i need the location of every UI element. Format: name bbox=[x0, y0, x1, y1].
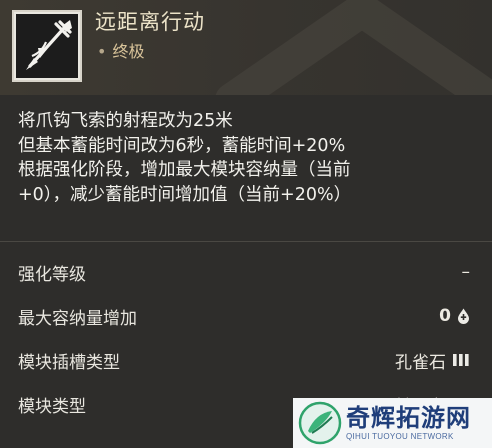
description-line: 根据强化阶段，增加最大模块容纳量（当前 bbox=[18, 160, 351, 180]
stat-value-text: 孔雀石 bbox=[395, 352, 446, 373]
stat-row-socket-type: 模块插槽类型 孔雀石 bbox=[0, 338, 492, 382]
stat-value: 0 bbox=[439, 306, 470, 326]
stat-label: 强化等级 bbox=[18, 264, 86, 285]
emblem-background-icon bbox=[215, 0, 492, 95]
watermark-name: 奇辉拓游网 bbox=[346, 403, 471, 432]
stat-value-text: 0 bbox=[439, 306, 451, 326]
stat-value: – bbox=[462, 262, 471, 282]
site-watermark: 奇辉拓游网 QIHUI TUOYOU NETWORK bbox=[293, 398, 492, 448]
stat-value: 孔雀石 bbox=[395, 348, 470, 373]
module-rarity-label: 终极 bbox=[112, 42, 145, 61]
watermark-subtitle: QIHUI TUOYOU NETWORK bbox=[346, 432, 454, 441]
stat-label: 模块类型 bbox=[18, 396, 86, 417]
stat-value-text: – bbox=[461, 262, 471, 282]
watermark-logo-icon bbox=[298, 401, 342, 445]
bullet-dot: • bbox=[97, 42, 107, 61]
stat-row-max-capacity: 最大容纳量增加 0 bbox=[0, 294, 492, 338]
module-title: 远距离行动 bbox=[95, 10, 205, 34]
grapple-launcher-icon bbox=[26, 20, 72, 70]
description-line: 但基本蓄能时间改为6秒，蓄能时间+20% bbox=[18, 135, 346, 156]
capacity-drop-icon bbox=[458, 308, 469, 324]
module-icon-frame bbox=[12, 10, 82, 82]
description-line: +0），减少蓄能时间增加值（当前+20%） bbox=[18, 184, 352, 205]
stat-label: 模块插槽类型 bbox=[18, 352, 120, 373]
description-line: 将爪钩飞索的射程改为25米 bbox=[18, 111, 233, 131]
stat-row-enhancement-level: 强化等级 – bbox=[0, 250, 492, 294]
module-header: 远距离行动 • 终极 bbox=[0, 0, 492, 95]
module-description: 将爪钩飞索的射程改为25米 但基本蓄能时间改为6秒，蓄能时间+20% 根据强化阶… bbox=[18, 109, 468, 207]
section-divider bbox=[0, 241, 492, 242]
stat-label: 最大容纳量增加 bbox=[18, 308, 137, 329]
malachite-bars-icon bbox=[453, 354, 469, 366]
module-rarity: • 终极 bbox=[97, 38, 144, 62]
